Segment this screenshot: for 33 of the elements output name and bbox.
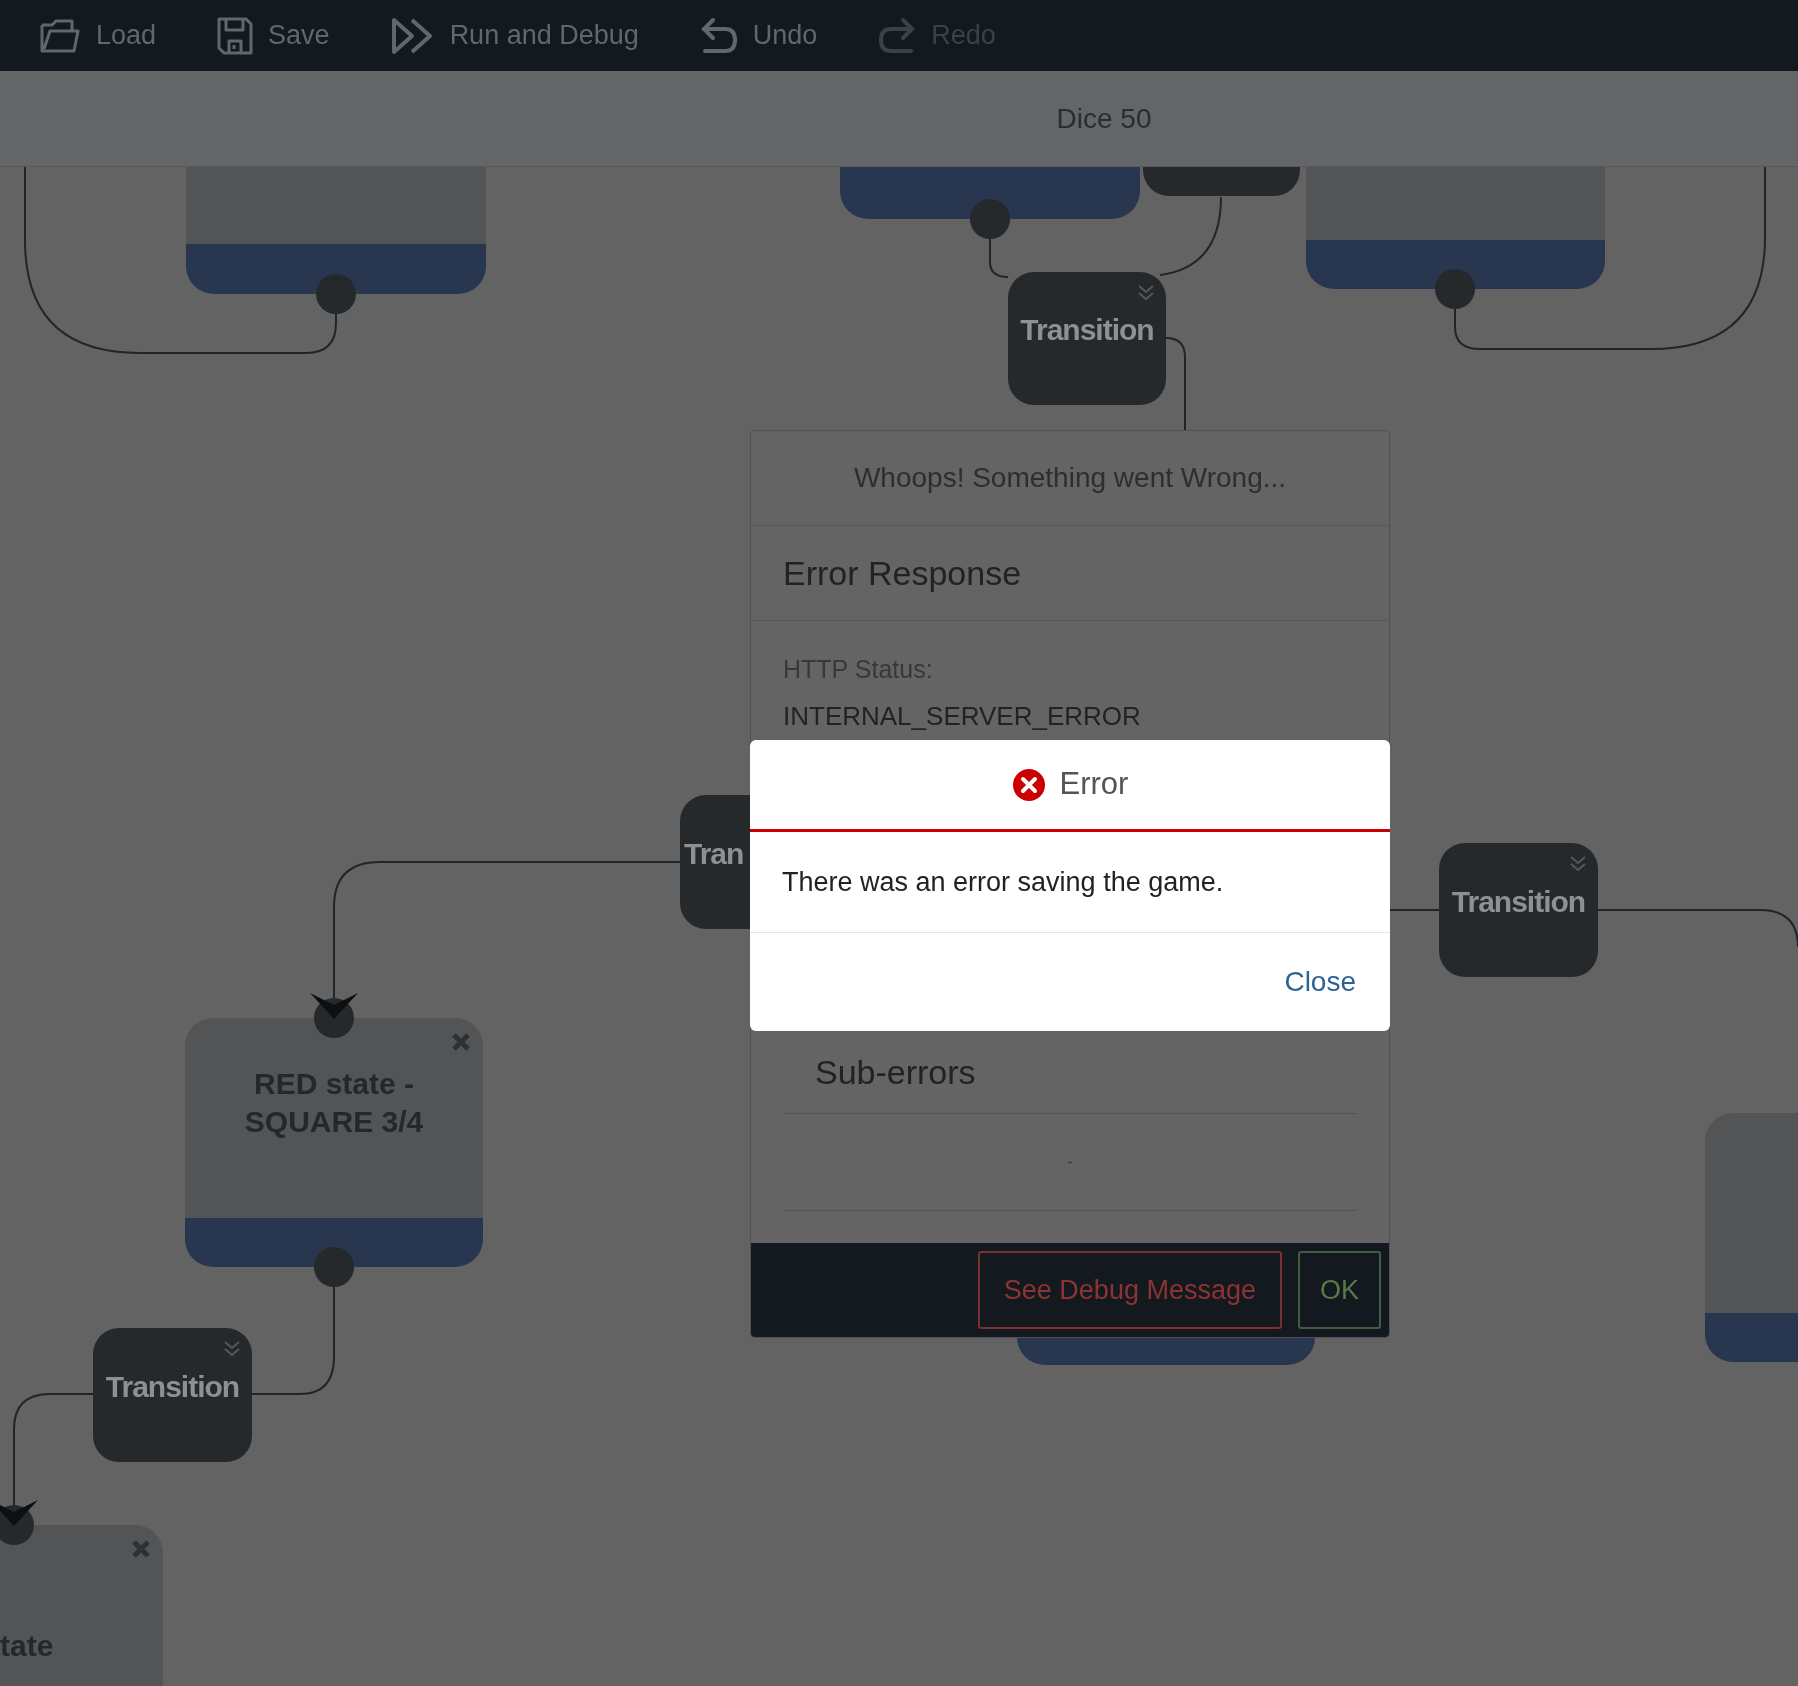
toolbar-button[interactable]: Load (38, 15, 157, 56)
debug-button[interactable]: See Debug Message (977, 1251, 1282, 1329)
sub-errors-heading: Sub-errors (815, 1052, 976, 1093)
chevron-icon[interactable] (1568, 855, 1588, 873)
port-dot[interactable] (314, 1247, 354, 1287)
transition-label: Transition (1020, 312, 1154, 348)
toolbar-button[interactable]: Run and Debug (389, 15, 639, 56)
game-title: Dice 50 (1056, 101, 1152, 136)
close-link[interactable]: Close (1284, 961, 1356, 1003)
close-icon[interactable] (131, 1539, 151, 1559)
port-dot[interactable] (970, 199, 1010, 239)
alert-message: There was an error saving the game. (782, 865, 1224, 899)
port-dot[interactable] (316, 274, 356, 314)
port-dot[interactable] (1435, 269, 1475, 309)
transition-node[interactable]: Tran (680, 795, 750, 929)
toolbar-button[interactable]: Undo (698, 15, 818, 56)
error-icon (1011, 767, 1046, 802)
sub-error-text: - (1067, 1152, 1073, 1172)
ok-button[interactable]: OK (1298, 1251, 1381, 1329)
chevron-icon[interactable] (1136, 284, 1156, 302)
transition-label: Transition (105, 1368, 240, 1405)
section-heading: Error Response (783, 552, 1022, 594)
transition-node[interactable]: Transition (1439, 843, 1598, 977)
status-value: INTERNAL_SERVER_ERROR (783, 699, 1142, 733)
toolbar-button[interactable]: Save (216, 15, 330, 56)
close-icon[interactable] (451, 1032, 471, 1052)
transition-node[interactable]: Transition (93, 1328, 252, 1462)
transition-label: Transition (1451, 883, 1586, 920)
save-icon (216, 15, 255, 56)
alert-title: Error (1059, 765, 1129, 804)
transition-node[interactable]: Transition (1008, 272, 1166, 405)
transition-label: Tran (684, 835, 744, 872)
chevron-icon[interactable] (222, 1340, 242, 1358)
